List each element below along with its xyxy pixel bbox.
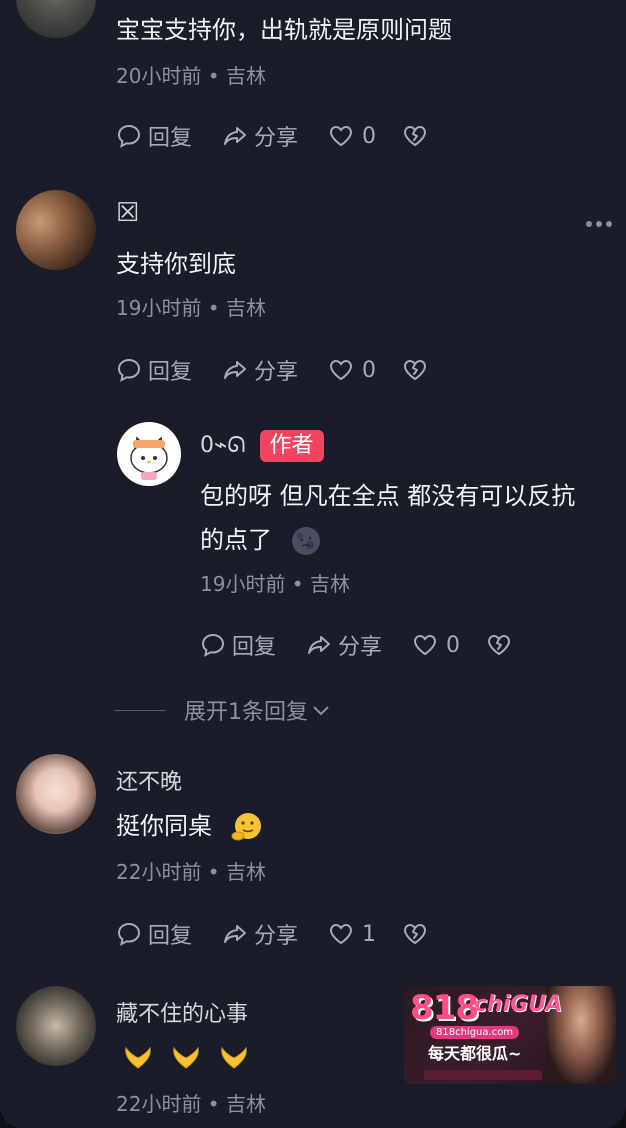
- comment-text: 宝宝支持你，出轨就是原则问题: [116, 16, 452, 44]
- share-button[interactable]: 分享: [222, 354, 298, 386]
- avatar[interactable]: [16, 0, 96, 38]
- reply-label: 回复: [148, 360, 193, 385]
- comment-text-fragment: 挺你同桌: [116, 812, 212, 840]
- avatar[interactable]: [16, 190, 96, 270]
- heart-icon: [330, 125, 353, 147]
- ad-banner[interactable]: 818 chiGUA 818chigua.com 每天都很瓜~: [404, 986, 616, 1084]
- broken-heart-icon: [488, 635, 511, 655]
- share-icon: [224, 361, 247, 379]
- heart-hands-emoji-icon: [173, 1046, 199, 1069]
- reply-icon: [117, 922, 141, 946]
- heart-hands-emoji-icon: [125, 1046, 151, 1069]
- avatar[interactable]: [16, 754, 96, 834]
- reply-button[interactable]: 回复: [200, 629, 276, 661]
- username[interactable]: 还不晚: [116, 764, 182, 796]
- dislike-button[interactable]: [402, 123, 434, 149]
- reply-button[interactable]: 回复: [116, 120, 192, 152]
- reply-label: 回复: [232, 635, 277, 660]
- ad-slogan: 每天都很瓜~: [428, 1044, 522, 1063]
- like-button[interactable]: 0: [328, 357, 376, 383]
- thinking-face-emoji-icon: [231, 813, 261, 841]
- comment-actions: 回复 分享 0: [200, 629, 548, 661]
- broken-heart-icon: [404, 924, 427, 944]
- comment-meta: 22小时前 • 吉林: [116, 1092, 266, 1116]
- reply-icon: [201, 633, 225, 657]
- like-count: 0: [446, 632, 461, 658]
- share-label: 分享: [254, 360, 299, 385]
- ad-brand-number: 818: [410, 988, 479, 1028]
- share-button[interactable]: 分享: [222, 120, 298, 152]
- like-count: 0: [362, 357, 377, 383]
- reply-button[interactable]: 回复: [116, 354, 192, 386]
- more-dot: [596, 221, 602, 227]
- ad-footer-bar: [424, 1070, 542, 1080]
- like-count: 0: [362, 123, 377, 149]
- share-label: 分享: [338, 635, 383, 660]
- expand-replies-button[interactable]: 展开1条回复: [114, 694, 332, 726]
- heart-hands-emoji-icon: [221, 1046, 247, 1069]
- comment-actions: 回复 分享 0: [116, 354, 464, 386]
- comment-text-fragment: 的点了: [200, 526, 272, 554]
- heart-icon: [330, 923, 353, 945]
- share-icon: [224, 127, 247, 145]
- like-count: 1: [362, 921, 377, 947]
- expand-replies-label: 展开1条回复: [184, 700, 308, 725]
- comment-meta: 20小时前 • 吉林: [116, 64, 266, 88]
- like-button[interactable]: 1: [328, 921, 376, 947]
- comment-text: 挺你同桌: [116, 804, 264, 848]
- emoji-row: [120, 1038, 252, 1074]
- share-label: 分享: [254, 126, 299, 151]
- comment-meta: 22小时前 • 吉林: [116, 860, 266, 884]
- comment-text: 支持你到底: [116, 250, 236, 278]
- author-badge: 作者: [259, 430, 324, 462]
- reply-label: 回复: [148, 924, 193, 949]
- dislike-button[interactable]: [402, 357, 434, 383]
- comment-screen: 宝宝支持你，出轨就是原则问题 20小时前 • 吉林 回复 分享 0 ☒ 支持你到…: [0, 0, 626, 1128]
- broken-heart-icon: [404, 126, 427, 146]
- reply-label: 回复: [148, 126, 193, 151]
- comment-actions: 回复 分享 1: [116, 918, 464, 950]
- comment-text-line: 的点了: [200, 518, 575, 562]
- username-text: 0⌁ᘏ: [200, 433, 246, 458]
- reply-icon: [117, 124, 141, 148]
- comment-meta: 19小时前 • 吉林: [116, 296, 266, 320]
- reply-icon: [117, 358, 141, 382]
- share-icon: [224, 925, 247, 943]
- share-icon: [308, 636, 331, 654]
- dark-moon-emoji-icon: [291, 527, 320, 555]
- username[interactable]: 0⌁ᘏ 作者: [200, 430, 324, 462]
- avatar[interactable]: [16, 986, 96, 1066]
- share-button[interactable]: 分享: [306, 629, 382, 661]
- hello-kitty-avatar-icon: [130, 436, 168, 480]
- more-dot: [586, 221, 592, 227]
- avatar[interactable]: [117, 422, 181, 486]
- comment-meta: 19小时前 • 吉林: [200, 572, 350, 596]
- divider: [114, 709, 166, 711]
- share-button[interactable]: 分享: [222, 918, 298, 950]
- reply-button[interactable]: 回复: [116, 918, 192, 950]
- like-button[interactable]: 0: [412, 632, 460, 658]
- comment-text-line: 包的呀 但凡在全点 都没有可以反抗: [200, 482, 576, 510]
- more-options-button[interactable]: [586, 212, 616, 227]
- ad-brand-name: chiGUA: [474, 992, 563, 1017]
- heart-icon: [414, 634, 437, 656]
- more-dot: [606, 221, 612, 227]
- username[interactable]: ☒: [116, 198, 139, 228]
- chevron-down-icon: [313, 706, 329, 716]
- username[interactable]: 藏不住的心事: [116, 996, 248, 1028]
- broken-heart-icon: [404, 360, 427, 380]
- comment-text: 包的呀 但凡在全点 都没有可以反抗 的点了: [200, 474, 575, 562]
- comment-actions: 回复 分享 0: [116, 120, 464, 152]
- dislike-button[interactable]: [486, 632, 518, 658]
- ad-url: 818chigua.com: [430, 1026, 520, 1039]
- like-button[interactable]: 0: [328, 123, 376, 149]
- heart-icon: [330, 359, 353, 381]
- share-label: 分享: [254, 924, 299, 949]
- dislike-button[interactable]: [402, 921, 434, 947]
